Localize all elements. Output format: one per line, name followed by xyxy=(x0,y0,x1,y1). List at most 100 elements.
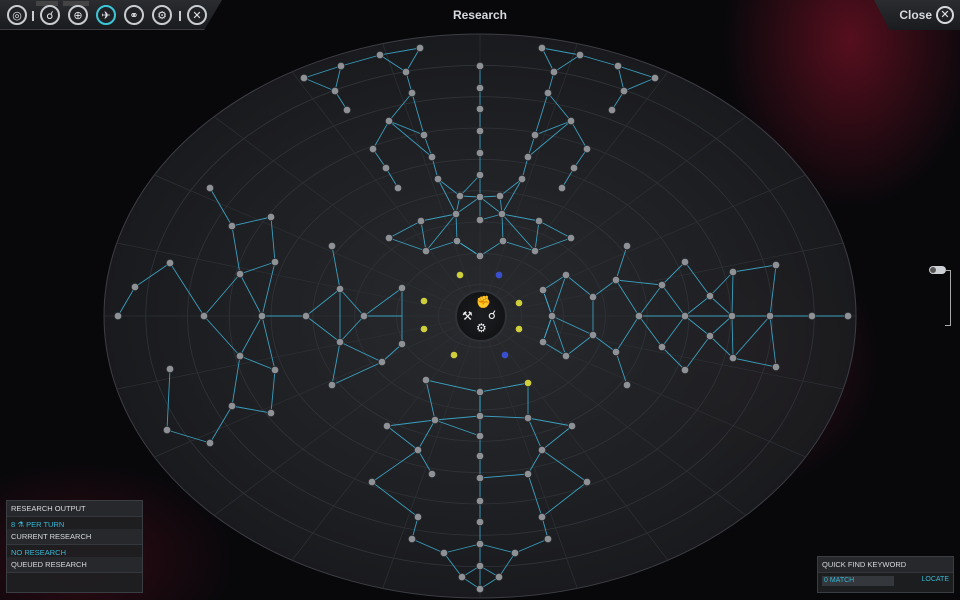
tech-node[interactable] xyxy=(384,233,394,243)
tech-node[interactable] xyxy=(455,191,465,201)
tech-node[interactable] xyxy=(235,351,245,361)
tech-node[interactable] xyxy=(494,572,504,582)
tech-node[interactable] xyxy=(475,561,485,571)
tech-node[interactable] xyxy=(537,512,547,522)
quick-find-input[interactable]: 0 MATCH xyxy=(822,576,894,586)
tech-node[interactable] xyxy=(567,421,577,431)
tech-node[interactable] xyxy=(330,86,340,96)
tech-node[interactable] xyxy=(561,270,571,280)
tech-node-available[interactable] xyxy=(523,378,533,388)
tech-node[interactable] xyxy=(523,413,533,423)
tech-node[interactable] xyxy=(475,215,485,225)
tech-node-available[interactable] xyxy=(514,298,524,308)
tech-node[interactable] xyxy=(510,548,520,558)
tech-node[interactable] xyxy=(475,83,485,93)
tech-node[interactable] xyxy=(165,258,175,268)
tech-node[interactable] xyxy=(413,512,423,522)
tech-node[interactable] xyxy=(530,130,540,140)
tech-node[interactable] xyxy=(335,284,345,294)
tech-node[interactable] xyxy=(457,572,467,582)
tech-node[interactable] xyxy=(327,241,337,251)
tech-node[interactable] xyxy=(537,445,547,455)
tech-node[interactable] xyxy=(439,548,449,558)
tech-node[interactable] xyxy=(538,337,548,347)
tech-node[interactable] xyxy=(588,292,598,302)
tech-node[interactable] xyxy=(327,380,337,390)
tech-node[interactable] xyxy=(680,365,690,375)
tech-node[interactable] xyxy=(382,421,392,431)
tech-node[interactable] xyxy=(657,342,667,352)
tech-node[interactable] xyxy=(430,415,440,425)
tech-node[interactable] xyxy=(336,61,346,71)
tech-node[interactable] xyxy=(728,353,738,363)
tech-node[interactable] xyxy=(384,116,394,126)
tech-node[interactable] xyxy=(367,477,377,487)
tech-node-available[interactable] xyxy=(449,350,459,360)
tech-node-available[interactable] xyxy=(419,296,429,306)
tech-node[interactable] xyxy=(475,411,485,421)
tech-node[interactable] xyxy=(634,311,644,321)
tech-node[interactable] xyxy=(523,152,533,162)
tech-node[interactable] xyxy=(416,216,426,226)
tech-node[interactable] xyxy=(451,209,461,219)
tech-node[interactable] xyxy=(622,380,632,390)
tech-node[interactable] xyxy=(575,50,585,60)
tech-node[interactable] xyxy=(650,73,660,83)
tech-node[interactable] xyxy=(381,163,391,173)
tech-node[interactable] xyxy=(368,144,378,154)
tech-node[interactable] xyxy=(582,144,592,154)
tech-node[interactable] xyxy=(227,221,237,231)
tech-node[interactable] xyxy=(495,191,505,201)
tech-node[interactable] xyxy=(538,285,548,295)
tech-node[interactable] xyxy=(619,86,629,96)
tech-node[interactable] xyxy=(498,236,508,246)
tech-node[interactable] xyxy=(427,152,437,162)
tech-node[interactable] xyxy=(335,337,345,347)
tech-node[interactable] xyxy=(543,534,553,544)
tech-node[interactable] xyxy=(397,339,407,349)
tech-node[interactable] xyxy=(475,192,485,202)
view-toggle[interactable] xyxy=(929,266,946,274)
tech-node[interactable] xyxy=(475,104,485,114)
tech-node[interactable] xyxy=(113,311,123,321)
tech-node[interactable] xyxy=(266,408,276,418)
tech-node[interactable] xyxy=(452,236,462,246)
locate-button[interactable]: LOCATE xyxy=(922,576,950,586)
tech-node[interactable] xyxy=(359,311,369,321)
tech-node[interactable] xyxy=(588,330,598,340)
tech-node[interactable] xyxy=(475,496,485,506)
tech-node[interactable] xyxy=(475,584,485,594)
tech-node[interactable] xyxy=(547,311,557,321)
tree-hub[interactable]: ✊ ☌ ⚒ ⚙ xyxy=(455,290,507,342)
tech-node-special[interactable] xyxy=(500,350,510,360)
tech-node[interactable] xyxy=(421,246,431,256)
tech-node[interactable] xyxy=(561,351,571,361)
tech-node[interactable] xyxy=(765,311,775,321)
tech-node[interactable] xyxy=(342,105,352,115)
tech-node[interactable] xyxy=(475,251,485,261)
tech-node[interactable] xyxy=(607,105,617,115)
tech-node[interactable] xyxy=(235,269,245,279)
tech-node[interactable] xyxy=(415,43,425,53)
tech-node[interactable] xyxy=(205,183,215,193)
tech-node[interactable] xyxy=(162,425,172,435)
tech-node[interactable] xyxy=(401,67,411,77)
tech-node[interactable] xyxy=(537,43,547,53)
tech-node[interactable] xyxy=(433,174,443,184)
tech-node[interactable] xyxy=(771,362,781,372)
tech-node[interactable] xyxy=(165,364,175,374)
tech-node[interactable] xyxy=(205,438,215,448)
tech-node[interactable] xyxy=(771,260,781,270)
tech-node[interactable] xyxy=(807,311,817,321)
tech-node-available[interactable] xyxy=(514,324,524,334)
tech-node[interactable] xyxy=(705,331,715,341)
tech-node[interactable] xyxy=(543,88,553,98)
tech-node[interactable] xyxy=(727,311,737,321)
tech-node[interactable] xyxy=(705,291,715,301)
tech-node[interactable] xyxy=(569,163,579,173)
tech-node[interactable] xyxy=(613,61,623,71)
tech-node[interactable] xyxy=(475,539,485,549)
tech-node[interactable] xyxy=(534,216,544,226)
tech-node[interactable] xyxy=(566,233,576,243)
tech-node-available[interactable] xyxy=(455,270,465,280)
